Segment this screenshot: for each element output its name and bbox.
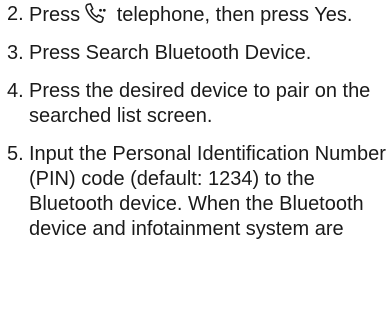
step-4: 4. Press the desired device to pair on t… bbox=[0, 79, 390, 129]
step-text-before-icon: Press bbox=[29, 4, 81, 26]
telephone-icon bbox=[83, 2, 109, 24]
step-number: 2. bbox=[7, 3, 24, 25]
step-5: 5. Input the Personal Identification Num… bbox=[0, 142, 390, 242]
step-text: Input the Personal Identification Number… bbox=[29, 143, 386, 240]
step-number: 4. bbox=[7, 80, 24, 102]
step-3: 3. Press Search Bluetooth Device. bbox=[0, 41, 390, 66]
step-number: 3. bbox=[7, 42, 24, 64]
step-number: 5. bbox=[7, 143, 24, 165]
step-2: 2. Press telephone, then press Yes. bbox=[0, 0, 390, 28]
step-text-after-icon: telephone, then press Yes. bbox=[116, 4, 353, 26]
step-text: Press the desired device to pair on the … bbox=[29, 80, 371, 127]
step-text: Press Search Bluetooth Device. bbox=[29, 42, 312, 64]
instruction-steps: 2. Press telephone, then press Yes. 3. P… bbox=[0, 0, 390, 255]
